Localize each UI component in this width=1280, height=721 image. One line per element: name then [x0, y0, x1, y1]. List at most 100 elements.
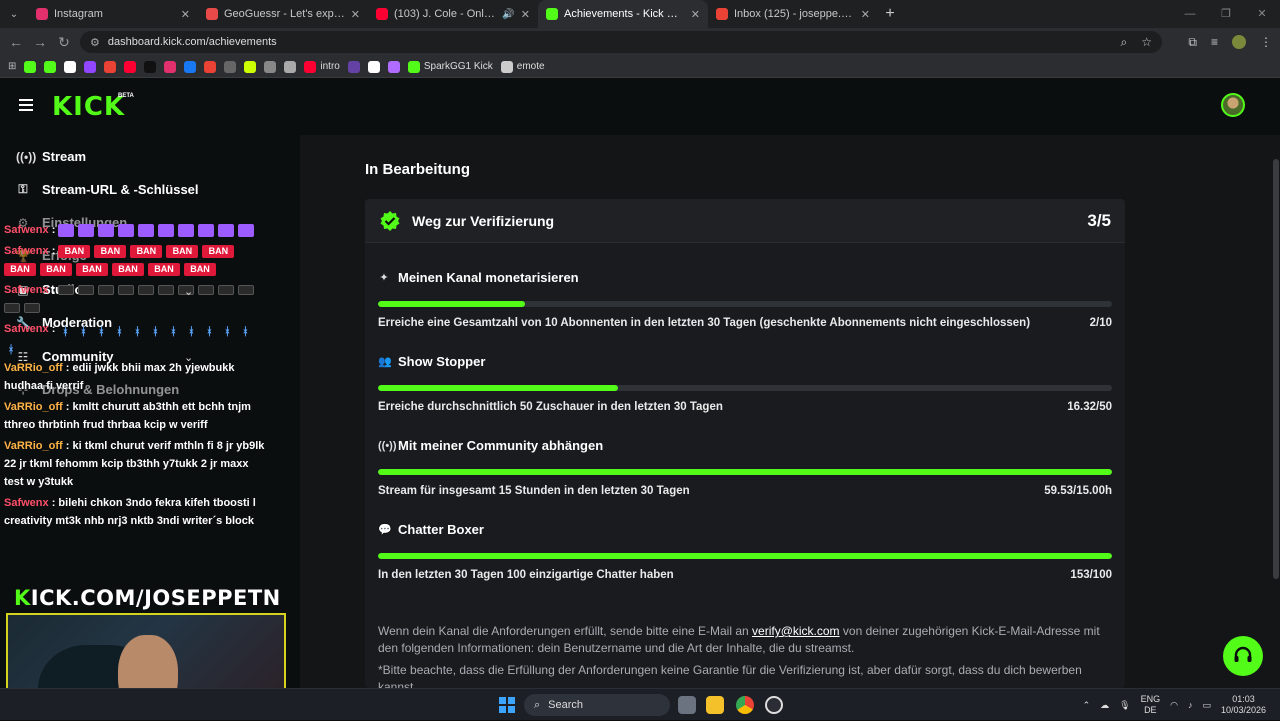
bookmark-favicon-icon: [104, 60, 117, 73]
close-tab-icon[interactable]: ✕: [861, 8, 870, 21]
bookmark-item[interactable]: [184, 60, 197, 73]
mic-icon[interactable]: 🎙: [1119, 700, 1130, 711]
chat-username[interactable]: Safwenx: [4, 497, 49, 509]
close-tab-icon[interactable]: ✕: [351, 8, 360, 21]
minimize-icon[interactable]: —: [1172, 0, 1208, 28]
network-tray-icon[interactable]: ☁: [1100, 700, 1109, 711]
bookmark-item[interactable]: intro: [304, 60, 340, 73]
task-view-icon[interactable]: [678, 696, 696, 714]
language-indicator[interactable]: ENG DE: [1141, 694, 1161, 716]
bookmark-item[interactable]: [124, 60, 137, 73]
bookmark-favicon-icon: [124, 60, 137, 73]
browser-tab[interactable]: Instagram ✕: [28, 0, 198, 28]
browser-tab[interactable]: GeoGuessr - Let's explore the w ✕: [198, 0, 368, 28]
url-field[interactable]: ⚙ dashboard.kick.com/achievements ⌕ ☆: [80, 31, 1162, 53]
page-scrollbar[interactable]: [1273, 159, 1279, 579]
bookmark-favicon-icon: [144, 60, 157, 73]
chat-username[interactable]: VaRRio_off: [4, 401, 63, 413]
bookmark-item[interactable]: [387, 60, 400, 73]
bookmark-item[interactable]: [347, 60, 360, 73]
site-info-icon[interactable]: ⚙: [90, 36, 100, 49]
volume-icon[interactable]: ♪: [1188, 700, 1193, 710]
bookmark-item[interactable]: [104, 60, 117, 73]
bookmark-item[interactable]: [367, 60, 380, 73]
bookmark-item[interactable]: [44, 60, 57, 73]
wifi-icon[interactable]: ◠: [1170, 700, 1178, 711]
file-explorer-icon[interactable]: [706, 696, 724, 714]
close-window-icon[interactable]: ✕: [1244, 0, 1280, 28]
tab-search-icon[interactable]: ⌄: [0, 0, 28, 28]
bookmark-item[interactable]: [284, 60, 297, 73]
chat-username[interactable]: Safwenx: [4, 245, 49, 257]
zoom-icon[interactable]: ⌕: [1121, 35, 1128, 50]
close-tab-icon[interactable]: ✕: [181, 8, 190, 21]
taskbar-search[interactable]: ⌕ Search: [524, 694, 670, 716]
requirement-value: 16.32/50: [1067, 401, 1112, 413]
chat-username[interactable]: VaRRio_off: [4, 440, 63, 452]
obs-icon[interactable]: [765, 696, 783, 714]
restore-icon[interactable]: ❐: [1208, 0, 1244, 28]
bookmark-item[interactable]: [84, 60, 97, 73]
browser-tab[interactable]: (103) J. Cole - Only You (Offi 🔊 ✕: [368, 0, 538, 28]
windows-start-icon[interactable]: [499, 697, 515, 713]
broadcast-icon: ((•)): [378, 439, 397, 452]
bookmark-item[interactable]: [204, 60, 217, 73]
browser-menu-icon[interactable]: ⋮: [1260, 35, 1272, 49]
forward-icon[interactable]: →: [28, 34, 52, 50]
bookmark-item[interactable]: [24, 60, 37, 73]
chat-username[interactable]: Safwenx: [4, 224, 49, 236]
audio-playing-icon[interactable]: 🔊: [502, 9, 514, 20]
chevron-down-icon[interactable]: ⌄: [184, 285, 193, 298]
sidebar-item[interactable]: ⚿ Stream-URL & -Schlüssel: [16, 182, 198, 197]
sidebar-item-label: Stream: [42, 149, 87, 164]
back-icon[interactable]: ←: [4, 34, 28, 50]
headset-icon: [1234, 646, 1252, 662]
reload-icon[interactable]: ↻: [52, 34, 76, 51]
bookmark-item[interactable]: [264, 60, 277, 73]
requirement-item: ✦ Meinen Kanal monetarisieren Erreiche ei…: [378, 270, 1112, 329]
profile-avatar[interactable]: [1232, 35, 1246, 49]
chat-username[interactable]: Safwenx: [4, 323, 49, 335]
browser-tab[interactable]: Achievements - Kick Dashboard ✕: [538, 0, 708, 28]
new-tab-button[interactable]: +: [878, 5, 902, 23]
tab-favicon-icon: [716, 8, 728, 20]
menu-icon[interactable]: [19, 99, 33, 111]
window-controls: — ❐ ✕: [1172, 0, 1280, 28]
apps-grid-icon[interactable]: ⊞: [8, 61, 16, 72]
url-text: dashboard.kick.com/achievements: [107, 36, 277, 48]
chat-username[interactable]: VaRRio_off: [4, 362, 63, 374]
bookmark-item[interactable]: SparkGG1 Kick: [407, 60, 493, 73]
verify-email-link[interactable]: verify@kick.com: [752, 624, 840, 638]
kick-logo[interactable]: KICK: [52, 92, 125, 122]
sidebar-item[interactable]: ((•)) Stream: [16, 149, 86, 164]
browser-tab[interactable]: Inbox (125) - joseppe.tn@gmai ✕: [708, 0, 878, 28]
bookmark-item[interactable]: [224, 60, 237, 73]
chat-username[interactable]: Safwenx: [4, 284, 49, 296]
chrome-icon[interactable]: [736, 696, 754, 714]
requirement-title: Mit meiner Community abhängen: [398, 438, 604, 453]
close-tab-icon[interactable]: ✕: [521, 8, 530, 21]
clock[interactable]: 01:03 10/03/2026: [1221, 694, 1266, 716]
chat-overlay: Safwenx : Safwenx : BAN BAN BAN BAN BANBAN BA…: [4, 221, 268, 533]
tray-overflow-icon[interactable]: ⌃: [1083, 700, 1091, 711]
close-tab-icon[interactable]: ✕: [691, 8, 700, 21]
bookmark-favicon-icon: [347, 60, 360, 73]
bookmark-item[interactable]: emote: [500, 60, 545, 73]
bookmark-item[interactable]: [144, 60, 157, 73]
bookmark-favicon-icon: [224, 60, 237, 73]
user-avatar[interactable]: [1221, 93, 1245, 117]
kick-top-bar: KICK BETA: [0, 79, 1280, 135]
media-control-icon[interactable]: ≡: [1211, 35, 1218, 49]
battery-icon[interactable]: ▭: [1202, 700, 1211, 711]
bookmark-item[interactable]: [244, 60, 257, 73]
bookmark-star-icon[interactable]: ☆: [1141, 35, 1152, 50]
section-title: In Bearbeitung: [365, 161, 471, 178]
chevron-down-icon[interactable]: ⌄: [184, 351, 193, 364]
bookmark-item[interactable]: [64, 60, 77, 73]
bookmark-item[interactable]: [164, 60, 177, 73]
extensions-icon[interactable]: ⧉: [1188, 35, 1197, 50]
tab-title: Inbox (125) - joseppe.tn@gmai: [734, 8, 855, 20]
progress-fill: [378, 469, 1112, 475]
bookmark-favicon-icon: [204, 60, 217, 73]
support-chat-button[interactable]: [1223, 636, 1263, 676]
